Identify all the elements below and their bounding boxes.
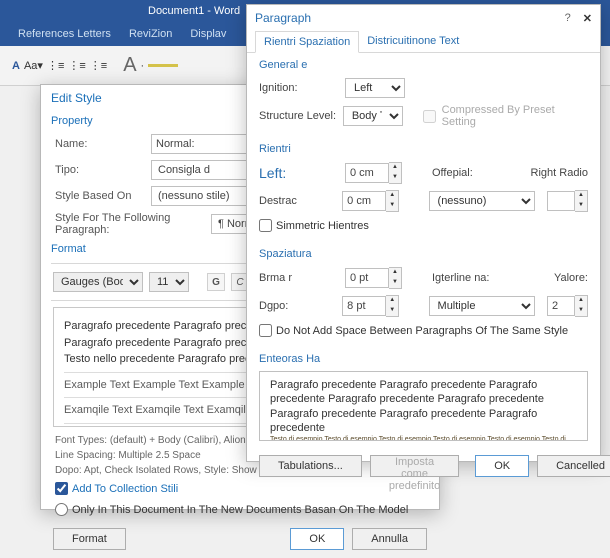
alignment-label: Ignition:	[259, 82, 339, 94]
paragraph-title: Paragraph	[255, 11, 311, 25]
at-label: Yalore:	[554, 272, 588, 284]
spacing-section: Spaziatura	[259, 248, 588, 260]
tab-display[interactable]: Displav	[190, 28, 226, 40]
before-label: Brma r	[259, 272, 339, 284]
only-document-label: Only In This Document In The New Documen…	[72, 504, 408, 516]
right-indent-label: Destrac	[259, 195, 336, 207]
down-arrow-icon[interactable]: ▼	[389, 173, 401, 183]
name-label: Name:	[55, 138, 145, 150]
based-on-label: Style Based On	[55, 190, 145, 202]
dont-add-space-checkbox[interactable]	[259, 324, 272, 337]
left-indent-label: Left:	[259, 165, 339, 181]
add-collection-checkbox[interactable]	[55, 482, 68, 495]
mirror-label: Simmetric Hientres	[276, 220, 369, 232]
line-spacing-label: Igterline na:	[432, 272, 492, 284]
tab-review[interactable]: ReviZion	[129, 28, 172, 40]
compressed-checkbox	[423, 110, 436, 123]
before-input[interactable]	[345, 268, 389, 288]
tab-references[interactable]: References Letters	[18, 28, 111, 40]
alignment-select[interactable]: Left	[345, 78, 405, 98]
special-select[interactable]: (nessuno)	[429, 191, 535, 211]
following-label: Style For The Following Paragraph:	[55, 212, 205, 236]
ok-button[interactable]: OK	[290, 528, 344, 550]
type-label: Tipo:	[55, 164, 145, 176]
at-input[interactable]	[547, 296, 575, 316]
defaults-button: Imposta come predefinito	[370, 455, 459, 477]
tabulations-button[interactable]: Tabulations...	[259, 455, 362, 477]
up-arrow-icon[interactable]: ▲	[389, 163, 401, 173]
mirror-checkbox[interactable]	[259, 219, 272, 232]
size-select[interactable]: 11	[149, 272, 189, 292]
general-section: General e	[259, 59, 588, 71]
bold-button[interactable]: G	[207, 273, 225, 291]
level-select[interactable]: Body Text	[343, 106, 403, 126]
indent-section: Rientri	[259, 143, 588, 155]
font-select[interactable]: Gauges (Body)	[53, 272, 143, 292]
dont-add-space-label: Do Not Add Space Between Paragraphs Of T…	[276, 325, 568, 337]
level-label: Structure Level:	[259, 110, 337, 122]
right-indent-input[interactable]	[342, 191, 386, 211]
by-label: Right Radio	[531, 167, 588, 179]
help-icon[interactable]: ?	[565, 12, 571, 24]
cancel-button[interactable]: Annulla	[352, 528, 427, 550]
paragraph-ok-button[interactable]: OK	[475, 455, 529, 477]
special-label: Offepial:	[432, 167, 482, 179]
format-button[interactable]: Format	[53, 528, 126, 550]
paragraph-dialog: Paragraph ? ✕ Rientri Spaziation Distric…	[246, 4, 601, 462]
left-indent-input[interactable]	[345, 163, 389, 183]
close-icon[interactable]: ✕	[583, 12, 592, 25]
only-document-radio[interactable]	[55, 503, 68, 516]
by-input[interactable]	[547, 191, 575, 211]
paragraph-tabs: Rientri Spaziation Districuitinone Text	[247, 31, 600, 53]
after-label: Dgpo:	[259, 300, 336, 312]
paragraph-cancel-button[interactable]: Cancelled	[537, 455, 610, 477]
add-collection-label: Add To Collection Stili	[72, 483, 178, 495]
paragraph-preview: Paragrafo precedente Paragrafo precedent…	[259, 371, 588, 441]
after-input[interactable]	[342, 296, 386, 316]
document-title: Document1 - Word	[148, 5, 240, 17]
preview-section: Enteoras Ha	[259, 353, 588, 365]
line-spacing-select[interactable]: Multiple	[429, 296, 535, 316]
tab-distribution[interactable]: Districuitinone Text	[359, 31, 467, 52]
tab-indents[interactable]: Rientri Spaziation	[255, 31, 359, 53]
compressed-label: Compressed By Preset Setting	[442, 104, 588, 128]
